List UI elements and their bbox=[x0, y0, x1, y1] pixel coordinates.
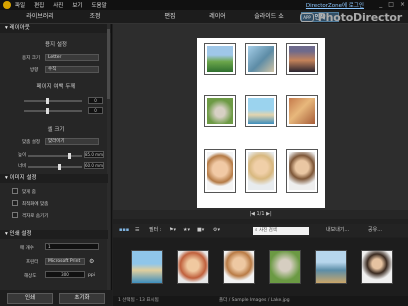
share-button[interactable]: 공유... bbox=[368, 227, 382, 234]
print-settings-header[interactable]: ▾ 인쇄 설정 bbox=[0, 230, 108, 239]
margin-bottom-slider[interactable] bbox=[24, 108, 82, 114]
preview-photo[interactable] bbox=[245, 43, 277, 75]
panel-scrollbar[interactable] bbox=[107, 24, 110, 290]
image-settings-header[interactable]: ▾ 이미지 설정 bbox=[0, 174, 108, 183]
menu-edit[interactable]: 편집 bbox=[34, 1, 44, 9]
media-strip-toolbar: ▪▪▪ ☰ 필터 : ⚑▾ ★▾ ■▾ ⚙▾ ⌕ 사진 검색 내보내기... 공… bbox=[113, 224, 408, 237]
menu-file[interactable]: 파일 bbox=[15, 1, 25, 9]
star-filter-icon[interactable]: ★▾ bbox=[183, 227, 190, 234]
printer-select[interactable]: Microsoft Print bbox=[45, 258, 85, 265]
color-filter-icon[interactable]: ■▾ bbox=[197, 227, 204, 234]
grid-view-icon[interactable]: ▪▪▪ bbox=[119, 227, 129, 234]
director-zone-link[interactable]: DirectorZone에 로그인 bbox=[306, 1, 364, 9]
orientation-select[interactable]: 수직 bbox=[45, 66, 99, 73]
thumbnail[interactable] bbox=[177, 250, 209, 284]
paper-settings-title: 용지 설정 bbox=[45, 42, 67, 48]
selection-count: 1 선택됨 - 13 표시됨 bbox=[118, 298, 159, 303]
thumbnail[interactable] bbox=[223, 250, 255, 284]
maximize-icon[interactable]: □ bbox=[388, 1, 394, 8]
preview-photo[interactable] bbox=[286, 95, 318, 127]
list-view-icon[interactable]: ☰ bbox=[135, 227, 139, 234]
tab-library[interactable]: 라이브러리 bbox=[15, 12, 65, 22]
gear-icon[interactable]: ⚙ bbox=[89, 258, 94, 265]
preview-photo[interactable] bbox=[286, 149, 318, 193]
placement-select[interactable]: 맞라이기 bbox=[45, 138, 99, 145]
margin-top-value[interactable]: 0 bbox=[88, 97, 103, 104]
optimize-fit-checkbox[interactable] bbox=[12, 200, 18, 206]
preview-photo[interactable] bbox=[245, 95, 277, 127]
thumbnail[interactable] bbox=[269, 250, 301, 284]
mode-tab-bar: 라이브러리 조정 편집 레이어 슬라이드 쇼 인쇄 APP PhotoDirec… bbox=[0, 10, 408, 24]
print-button[interactable]: 인쇄 bbox=[7, 293, 53, 304]
action-bar: 인쇄 초기화 bbox=[0, 290, 112, 306]
brand-title: PhotoDirector bbox=[317, 11, 402, 24]
thumbnail[interactable] bbox=[315, 250, 347, 284]
zoom-fit-label: 맞게 줌 bbox=[22, 190, 36, 195]
layout-section-header[interactable]: ▾ 레이아웃 bbox=[0, 24, 111, 33]
status-bar: 1 선택됨 - 13 표시됨 폴더 / Sample Images / Lake… bbox=[113, 296, 408, 306]
height-value[interactable]: 85.0 mm bbox=[84, 151, 104, 158]
cell-size-title: 셀 크기 bbox=[47, 127, 65, 133]
resolution-input[interactable]: 300 bbox=[45, 271, 85, 278]
paper-size-select[interactable]: Letter bbox=[45, 54, 99, 61]
orientation-label: 방향 bbox=[30, 68, 39, 73]
resolution-unit: ppi bbox=[88, 273, 95, 278]
app-button[interactable]: APP bbox=[300, 13, 314, 22]
copies-label: 매 개수 bbox=[20, 246, 34, 251]
thumbnail[interactable] bbox=[131, 250, 163, 284]
thumbnail[interactable] bbox=[361, 250, 393, 284]
resolution-label: 해상도 bbox=[24, 274, 37, 279]
width-value[interactable]: 60.0 mm bbox=[84, 162, 104, 169]
menu-view[interactable]: 보기 bbox=[72, 1, 82, 9]
margin-bottom-value[interactable]: 0 bbox=[88, 107, 103, 114]
preview-photo[interactable] bbox=[204, 95, 236, 127]
preview-photo[interactable] bbox=[245, 149, 277, 193]
tab-layers[interactable]: 레이어 bbox=[200, 12, 235, 22]
export-button[interactable]: 내보내기... bbox=[326, 227, 349, 234]
tab-adjust[interactable]: 조정 bbox=[75, 12, 115, 22]
menu-bar: 파일 편집 사진 보기 도움말 DirectorZone에 로그인 _ □ × bbox=[0, 0, 408, 10]
width-label: 너비 bbox=[18, 164, 27, 169]
preview-photo[interactable] bbox=[204, 149, 236, 193]
close-icon[interactable]: × bbox=[400, 1, 405, 8]
hide-grid-label: 격자로 숨기기 bbox=[22, 214, 49, 219]
margin-top-slider[interactable] bbox=[24, 98, 82, 104]
tools-icon[interactable]: ⚙▾ bbox=[213, 227, 220, 234]
file-path: 폴더 / Sample Images / Lake.jpg bbox=[219, 298, 290, 303]
printer-label: 프린터 bbox=[26, 260, 39, 265]
height-label: 높이 bbox=[18, 153, 27, 158]
margins-title: 페이지 여백 두께 bbox=[36, 84, 76, 90]
thumbnail-strip bbox=[113, 238, 408, 296]
copies-input[interactable]: 1 bbox=[45, 243, 99, 250]
menu-photo[interactable]: 사진 bbox=[53, 1, 63, 9]
preview-photo[interactable] bbox=[204, 43, 236, 75]
filter-label: 필터 : bbox=[149, 227, 162, 233]
minimize-icon[interactable]: _ bbox=[379, 1, 382, 8]
tab-edit[interactable]: 편집 bbox=[155, 12, 185, 22]
menu-help[interactable]: 도움말 bbox=[92, 1, 107, 9]
page-navigator[interactable]: |◀ 1/1 ▶| bbox=[113, 210, 408, 219]
height-slider[interactable] bbox=[28, 153, 82, 159]
optimize-fit-label: 최적화에 맞춤 bbox=[22, 202, 49, 207]
width-slider[interactable] bbox=[28, 164, 82, 170]
app-window: 파일 편집 사진 보기 도움말 DirectorZone에 로그인 _ □ × … bbox=[0, 0, 408, 306]
paper-page bbox=[197, 38, 325, 208]
app-logo-icon bbox=[3, 1, 11, 9]
zoom-fit-checkbox[interactable] bbox=[12, 188, 18, 194]
paper-size-label: 용지 크기 bbox=[22, 56, 40, 61]
settings-panel: ▾ 레이아웃 용지 설정 용지 크기 Letter 방향 수직 페이지 여백 두… bbox=[0, 24, 112, 290]
hide-grid-checkbox[interactable] bbox=[12, 212, 18, 218]
placement-label: 맞춤 설정 bbox=[22, 140, 40, 145]
photo-search-input[interactable]: ⌕ 사진 검색 bbox=[253, 227, 309, 235]
preview-photo[interactable] bbox=[286, 43, 318, 75]
reset-button[interactable]: 초기화 bbox=[59, 293, 105, 304]
flag-filter-icon[interactable]: ⚑▾ bbox=[169, 227, 176, 234]
print-preview bbox=[113, 24, 408, 210]
tab-slideshow[interactable]: 슬라이드 쇼 bbox=[246, 12, 292, 22]
